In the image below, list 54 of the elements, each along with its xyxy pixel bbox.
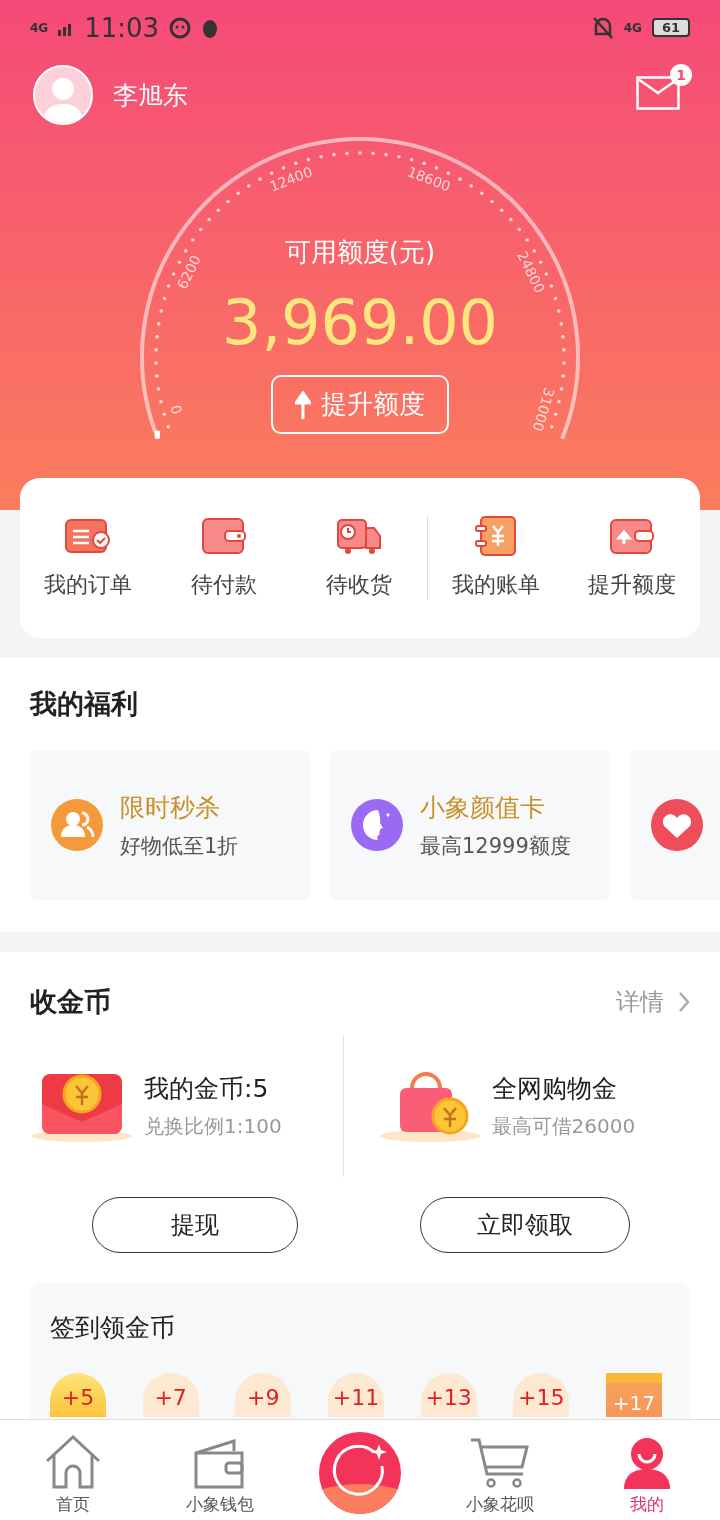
coin-subtitle: 最高可借26000 [491, 1113, 636, 1140]
menu-label[interactable]: 提升额度 [588, 570, 677, 600]
tab[interactable]: 首页 [0, 1434, 147, 1520]
gauge-tick-label: 0 [167, 403, 186, 417]
chat-face-icon [169, 16, 192, 39]
tab[interactable]: 小象钱包 [146, 1438, 293, 1520]
credit-amount: 3,969.00 [221, 286, 499, 359]
coin-title: 全网购物金 [491, 1073, 618, 1105]
clock: 11:03 [84, 12, 160, 43]
home-icon [44, 1435, 103, 1489]
coin-reward[interactable]: +11 [327, 1373, 384, 1417]
menu-label[interactable]: 我的账单 [452, 570, 541, 600]
wallet-icon [200, 516, 247, 556]
coin-reward[interactable]: +13 [420, 1373, 477, 1417]
promo-subtitle: 最高12999额度 [420, 832, 571, 860]
bell-muted-icon [591, 15, 614, 40]
notification-badge: 1 [670, 64, 692, 86]
promo-card[interactable]: 限时秒杀 好物低至1折 [30, 750, 310, 900]
menu-label[interactable]: 待收货 [326, 570, 393, 600]
action-button[interactable]: 提现 [92, 1197, 298, 1253]
wallet-icon [193, 1439, 246, 1489]
checkin-title: 签到领金币 [50, 1312, 176, 1344]
section-title: 我的福利 [30, 687, 139, 721]
tab[interactable]: 小象花呗 [427, 1436, 574, 1520]
coin-reward[interactable]: +15 [513, 1373, 570, 1417]
coin-title: 我的金币:5 [144, 1073, 270, 1105]
face-profile-icon [350, 798, 404, 852]
coin-reward[interactable]: +9 [235, 1373, 292, 1417]
section-title: 收金币 [30, 985, 112, 1019]
truck-icon [336, 516, 383, 556]
promo-title: 小象颜值卡 [420, 791, 546, 824]
avatar[interactable] [33, 65, 93, 125]
menu-label[interactable]: 我的订单 [43, 570, 132, 600]
people-icon [50, 798, 104, 852]
battery-level: 61 [651, 18, 690, 37]
gauge-tick-label: 6200 [173, 252, 204, 292]
network-label: 4G [623, 20, 642, 35]
action-button[interactable]: 立即领取 [420, 1197, 630, 1253]
tab[interactable]: 我的 [573, 1436, 720, 1520]
arrow-up-icon [295, 390, 311, 419]
chevron-right-icon[interactable] [678, 991, 690, 1013]
menu-label[interactable]: 待付款 [190, 570, 257, 600]
cart-icon [469, 1437, 532, 1489]
user-name: 李旭东 [113, 79, 188, 112]
promo-title: 限时秒杀 [120, 791, 221, 824]
person-icon [621, 1437, 672, 1489]
coin-reward[interactable]: +7 [142, 1373, 199, 1417]
gauge-tick-label: 31000 [529, 386, 558, 434]
credit-label: 可用额度(元) [284, 236, 436, 269]
coin-subtitle: 兑换比例1:100 [144, 1113, 282, 1140]
network-label: 4G [30, 20, 49, 35]
promo-subtitle: 好物低至1折 [120, 832, 239, 860]
order-card-icon [64, 516, 111, 556]
promo-card[interactable]: 小象颜值卡 最高12999额度 [330, 750, 610, 900]
